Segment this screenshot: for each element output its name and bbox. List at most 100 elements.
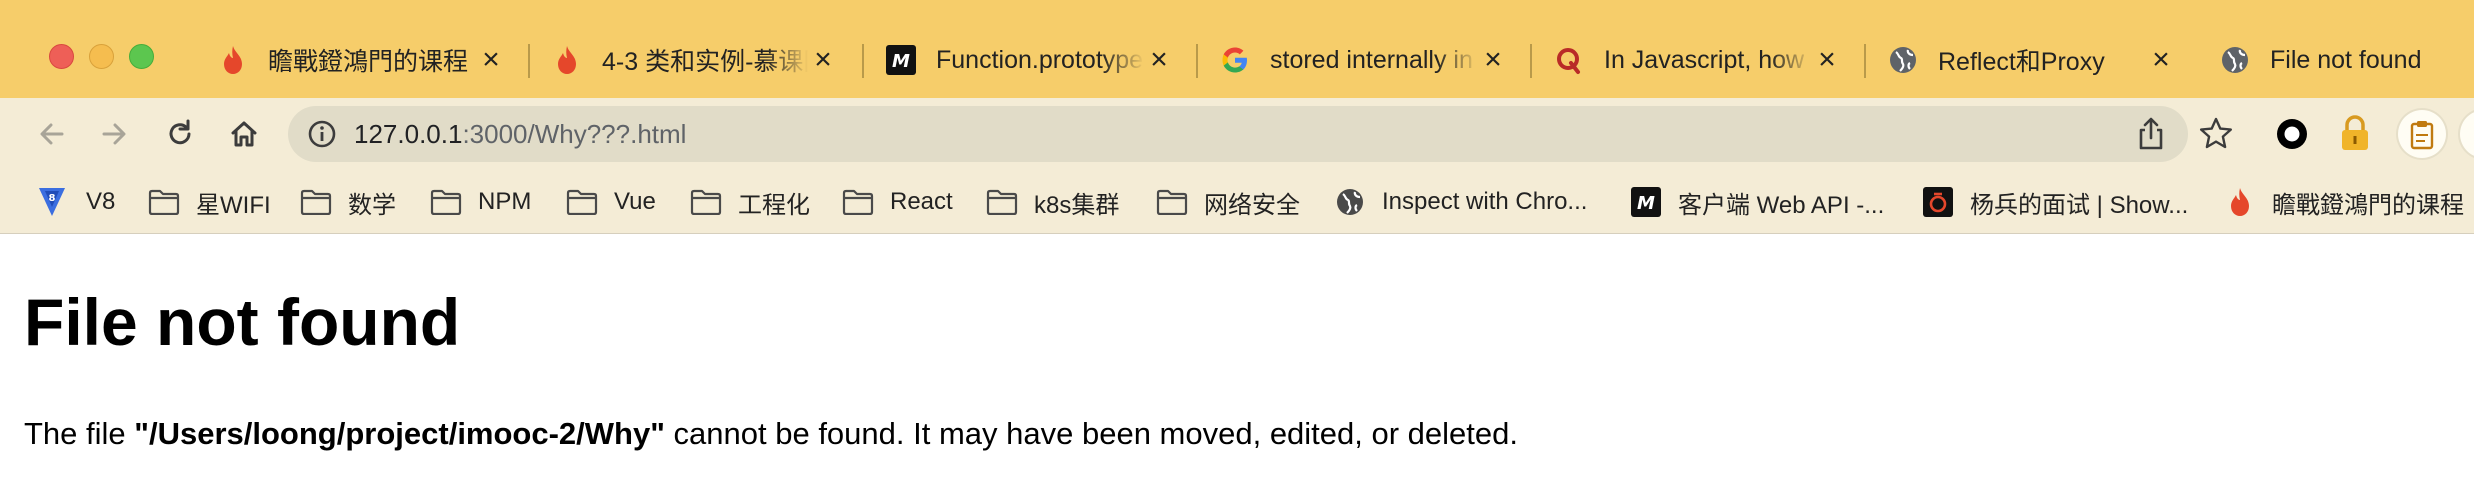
folder-icon [986,186,1018,218]
bookmark-v8[interactable]: 8 V8 [36,170,115,234]
close-tab-icon[interactable]: × [1812,45,1842,75]
globe-icon [1888,45,1918,75]
folder-icon [1156,186,1188,218]
site-info-icon[interactable] [306,118,338,150]
share-icon[interactable] [2134,116,2168,152]
bookmark-star-icon[interactable] [2198,116,2234,152]
message-suffix: cannot be found. It may have been moved,… [664,416,1518,451]
close-tab-icon[interactable]: × [1144,45,1174,75]
clipboard-extension-button[interactable] [2398,110,2446,158]
tab-2[interactable]: 4-3 类和实例-慕课网 × [548,34,846,86]
close-tab-icon[interactable]: × [808,45,838,75]
folder-icon [300,186,332,218]
mdn-icon: M [1630,186,1662,218]
bookmark-folder[interactable]: 星WIFI [148,170,271,234]
window-maximize-button[interactable] [129,44,154,69]
bookmark-folder[interactable]: Vue [566,170,656,234]
window-minimize-button[interactable] [89,44,114,69]
bookmark-leetcode[interactable]: 杨兵的面试 | Show... [1922,170,2188,234]
tab-3[interactable]: M Function.prototype × [882,34,1182,86]
bookmark-label: 网络安全 [1204,191,1300,219]
address-text[interactable]: 127.0.0.1:3000/Why???.html [354,114,686,154]
bookmarks-bar: 8 V8 星WIFI 数学 NPM Vue 工程化 React k8s集群 网络… [0,170,2474,234]
svg-text:M: M [892,51,910,72]
tab-6[interactable]: Reflect和Proxy × [1884,34,2184,86]
bookmark-label: NPM [478,188,532,215]
close-tab-icon[interactable]: × [476,45,506,75]
tab-title: File not found [2270,45,2422,74]
folder-icon [430,186,462,218]
folder-icon [842,186,874,218]
tab-1[interactable]: 瞻戰鐙鴻門的课程 × [214,34,514,86]
globe-icon [1334,186,1366,218]
tab-title: stored internally in [1270,45,1473,74]
tab-separator [1864,44,1866,78]
bookmark-label: 数学 [348,191,396,219]
page-title: File not found [24,285,461,359]
bookmark-inspect[interactable]: Inspect with Chro... [1334,170,1587,234]
bookmark-folder[interactable]: React [842,170,953,234]
bookmark-label: Vue [614,188,656,215]
close-tab-icon[interactable]: × [2146,45,2176,75]
bookmark-label: V8 [86,188,116,215]
reload-icon [169,119,191,145]
tab-separator [1530,44,1532,78]
lock-extension-icon[interactable] [2338,114,2372,152]
google-icon [1220,45,1250,75]
flame-icon [2224,186,2256,218]
tab-separator [1196,44,1198,78]
bookmark-label: 星WIFI [196,191,271,219]
window-close-button[interactable] [49,44,74,69]
bookmark-folder[interactable]: k8s集群 [986,170,1119,234]
arrow-right-icon [102,123,126,145]
bookmark-course[interactable]: 瞻戰鐙鴻門的课程 [2224,170,2464,234]
bookmark-label: 客户端 Web API -... [1678,191,1885,219]
bookmark-label: React [890,188,953,215]
quora-icon [1554,45,1584,75]
file-path: "/Users/loong/project/imooc-2/Why" [134,416,665,451]
back-button[interactable] [30,112,74,156]
bookmark-folder[interactable]: 数学 [300,170,396,234]
tab-title: Function.prototype [936,45,1144,74]
folder-icon [690,186,722,218]
reload-button[interactable] [158,112,202,156]
error-message: The file "/Users/loong/project/imooc-2/W… [24,414,1518,454]
tab-7-active[interactable]: File not found [2216,34,2474,86]
clipboard-icon [2410,121,2434,150]
tab-separator [528,44,530,78]
tab-title: In Javascript, how [1604,45,1805,74]
url-path: :3000/Why???.html [462,119,687,149]
bookmark-folder[interactable]: NPM [430,170,531,234]
bookmark-label: 工程化 [738,191,810,219]
globe-icon [2220,45,2250,75]
svg-text:8: 8 [49,193,56,204]
v8-icon: 8 [36,186,68,218]
forward-button[interactable] [92,112,136,156]
url-host: 127.0.0.1 [354,119,463,149]
tab-separator [862,44,864,78]
folder-icon [566,186,598,218]
close-tab-icon[interactable]: × [1478,45,1508,75]
tab-title: Reflect和Proxy [1938,48,2105,76]
home-button[interactable] [222,112,266,156]
mdn-icon: M [886,45,916,75]
bookmark-folder[interactable]: 网络安全 [1156,170,1300,234]
bookmark-label: k8s集群 [1034,191,1120,219]
bookmark-label: 杨兵的面试 | Show... [1970,191,2189,219]
tab-5[interactable]: In Javascript, how × [1550,34,1850,86]
flame-icon [552,45,582,75]
flame-icon [218,45,248,75]
folder-icon [148,186,180,218]
bookmark-mdn[interactable]: M 客户端 Web API -... [1630,170,1884,234]
extension-circle-icon[interactable] [2274,116,2310,152]
leetcode-icon [1922,186,1954,218]
message-prefix: The file [24,416,135,451]
tab-title: 瞻戰鐙鴻門的课程 [268,48,469,76]
bookmark-label: Inspect with Chro... [1382,188,1588,215]
bookmark-folder[interactable]: 工程化 [690,170,810,234]
bookmark-label: 瞻戰鐙鴻門的课程 [2272,191,2464,219]
tab-title: 4-3 类和实例-慕课网 [602,48,808,76]
arrow-left-icon [40,123,64,145]
tab-4[interactable]: stored internally in × [1216,34,1516,86]
tab-strip: 瞻戰鐙鴻門的课程 × 4-3 类和实例-慕课网 × M Function.pro… [0,0,2474,98]
